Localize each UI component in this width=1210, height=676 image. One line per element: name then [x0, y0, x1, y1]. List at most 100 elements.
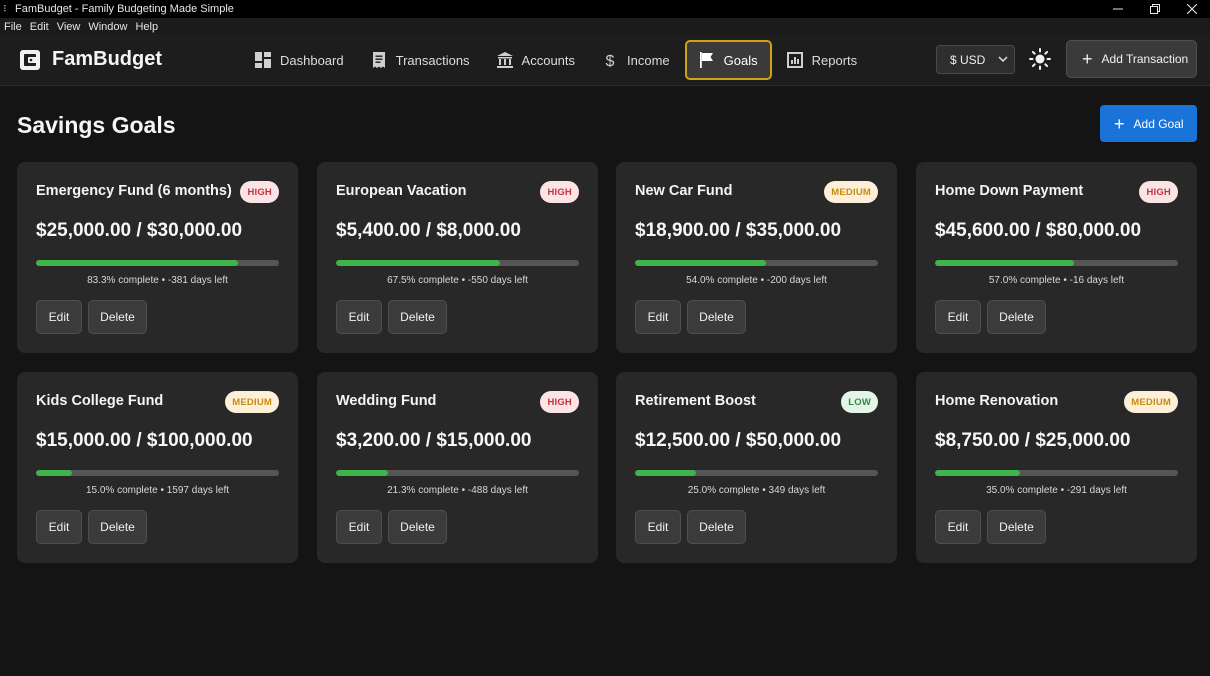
goal-card: Home Down Payment HIGH $45,600.00 / $80,00… — [916, 162, 1197, 353]
currency-select[interactable]: $ USD — [936, 45, 1015, 74]
add-goal-button[interactable]: + Add Goal — [1100, 105, 1197, 142]
app-header: FamBudget Dashboard Transactions Account… — [0, 35, 1210, 86]
goal-card: New Car Fund MEDIUM $18,900.00 / $35,000.0… — [616, 162, 897, 353]
brand-name: FamBudget — [52, 48, 162, 70]
goal-status: 83.3% complete • -381 days left — [87, 275, 228, 286]
edit-goal-button[interactable]: Edit — [935, 300, 981, 334]
app-icon: ⠇ — [3, 3, 10, 14]
goal-amount: $3,200.00 / $15,000.00 — [336, 430, 532, 451]
progress-bar — [36, 470, 279, 476]
goal-status: 54.0% complete • -200 days left — [686, 275, 827, 286]
delete-goal-button[interactable]: Delete — [388, 300, 447, 334]
progress-bar-fill — [36, 260, 239, 266]
minimize-button[interactable] — [1099, 0, 1136, 18]
chevron-down-icon — [998, 56, 1008, 63]
goal-name: Wedding Fund — [336, 393, 437, 409]
progress-bar — [935, 470, 1178, 476]
goal-status: 57.0% complete • -16 days left — [988, 275, 1125, 286]
nav-accounts[interactable]: Accounts — [485, 40, 587, 80]
delete-goal-button[interactable]: Delete — [687, 300, 746, 334]
nav-reports[interactable]: Reports — [775, 40, 870, 80]
add-goal-label: Add Goal — [1133, 116, 1184, 131]
goal-status: 67.5% complete • -550 days left — [387, 275, 528, 286]
edit-goal-button[interactable]: Edit — [635, 510, 681, 544]
edit-goal-button[interactable]: Edit — [635, 300, 681, 334]
goal-name: Kids College Fund — [36, 393, 164, 409]
restore-button[interactable] — [1136, 0, 1173, 18]
main-nav: Dashboard Transactions Accounts $ Income… — [243, 40, 872, 80]
delete-goal-button[interactable]: Delete — [388, 510, 447, 544]
delete-goal-button[interactable]: Delete — [88, 510, 147, 544]
progress-bar-fill — [635, 470, 696, 476]
menu-bar: File Edit View Window Help — [0, 18, 1210, 35]
nav-goals[interactable]: Goals — [684, 40, 772, 80]
edit-goal-button[interactable]: Edit — [36, 300, 82, 334]
svg-text:$: $ — [606, 53, 615, 68]
main-content: Savings Goals + Add Goal Emergency Fund … — [0, 86, 1210, 676]
goal-amount: $12,500.00 / $50,000.00 — [635, 430, 842, 451]
plus-icon: + — [1082, 49, 1093, 69]
menu-window[interactable]: Window — [84, 21, 131, 33]
goal-amount: $15,000.00 / $100,000.00 — [36, 430, 253, 451]
priority-badge: LOW — [841, 391, 878, 413]
window-controls — [1099, 0, 1210, 18]
add-transaction-button[interactable]: + Add Transaction — [1066, 40, 1197, 78]
progress-bar — [635, 260, 878, 266]
edit-goal-button[interactable]: Edit — [36, 510, 82, 544]
brand[interactable]: FamBudget — [19, 48, 162, 71]
sun-icon[interactable] — [1029, 48, 1051, 70]
edit-goal-button[interactable]: Edit — [336, 510, 382, 544]
goal-name: Home Renovation — [935, 393, 1059, 409]
priority-badge: MEDIUM — [1124, 391, 1178, 413]
page-title: Savings Goals — [17, 112, 176, 138]
goal-name: Retirement Boost — [635, 393, 756, 409]
nav-transactions-label: Transactions — [395, 52, 470, 68]
dollar-icon: $ — [606, 53, 615, 68]
menu-edit[interactable]: Edit — [26, 21, 53, 33]
goal-amount: $18,900.00 / $35,000.00 — [635, 220, 842, 241]
menu-help[interactable]: Help — [131, 21, 162, 33]
flag-icon — [699, 52, 713, 68]
bar-chart-icon — [786, 52, 803, 68]
delete-goal-button[interactable]: Delete — [987, 510, 1046, 544]
progress-bar — [336, 260, 579, 266]
minimize-icon — [1112, 8, 1123, 10]
progress-bar — [36, 260, 279, 266]
delete-goal-button[interactable]: Delete — [88, 300, 147, 334]
nav-transactions[interactable]: Transactions — [359, 40, 482, 80]
priority-badge: HIGH — [540, 391, 579, 413]
nav-dashboard-label: Dashboard — [280, 52, 344, 68]
progress-bar-fill — [336, 260, 501, 266]
goal-card: Home Renovation MEDIUM $8,750.00 / $25,000… — [916, 372, 1197, 563]
goal-status: 15.0% complete • 1597 days left — [85, 485, 230, 496]
goal-name: Emergency Fund (6 months) — [36, 183, 232, 199]
menu-file[interactable]: File — [0, 21, 26, 33]
window-title-bar: ⠇ FamBudget - Family Budgeting Made Simp… — [0, 0, 1210, 18]
nav-goals-label: Goals — [723, 52, 758, 68]
goal-status: 25.0% complete • 349 days left — [687, 485, 826, 496]
progress-bar-fill — [36, 470, 73, 476]
progress-bar — [935, 260, 1178, 266]
goal-card: Wedding Fund HIGH $3,200.00 / $15,000.00 21… — [317, 372, 598, 563]
nav-income[interactable]: $ Income — [590, 40, 682, 80]
nav-dashboard[interactable]: Dashboard — [243, 40, 356, 80]
goal-card: Retirement Boost LOW $12,500.00 / $50,000.… — [616, 372, 897, 563]
goal-status: 35.0% complete • -291 days left — [986, 485, 1127, 496]
edit-goal-button[interactable]: Edit — [336, 300, 382, 334]
add-transaction-label: Add Transaction — [1101, 52, 1189, 66]
edit-goal-button[interactable]: Edit — [935, 510, 981, 544]
delete-goal-button[interactable]: Delete — [687, 510, 746, 544]
bank-icon — [496, 52, 513, 68]
goal-name: Home Down Payment — [935, 183, 1084, 199]
progress-bar-fill — [935, 260, 1074, 266]
progress-bar — [336, 470, 579, 476]
goal-card: Kids College Fund MEDIUM $15,000.00 / $100… — [17, 372, 298, 563]
close-button[interactable] — [1173, 0, 1210, 18]
priority-badge: HIGH — [1139, 181, 1178, 203]
menu-view[interactable]: View — [53, 21, 85, 33]
delete-goal-button[interactable]: Delete — [987, 300, 1046, 334]
currency-value: $ USD — [950, 52, 986, 67]
dashboard-icon — [255, 52, 271, 68]
goal-card: Emergency Fund (6 months) HIGH $25,000.00 … — [17, 162, 298, 353]
priority-badge: MEDIUM — [824, 181, 878, 203]
